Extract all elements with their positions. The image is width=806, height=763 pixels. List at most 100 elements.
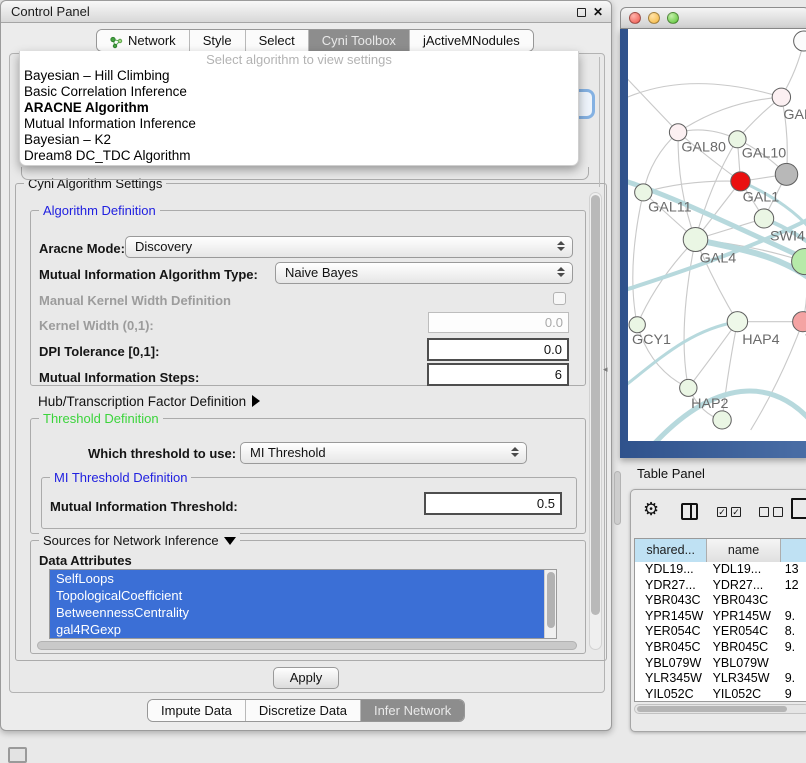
network-node[interactable] <box>754 209 773 228</box>
network-window-titlebar[interactable] <box>620 7 806 29</box>
table-panel-header: Table Panel <box>625 459 806 489</box>
network-node[interactable] <box>629 317 645 333</box>
algorithm-option-bayesian-k2[interactable]: Bayesian – K2 <box>20 132 578 148</box>
control-panel-titlebar[interactable]: Control Panel ✕ <box>1 1 611 23</box>
algorithm-option-basic-correlation-inference[interactable]: Basic Correlation Inference <box>20 84 578 100</box>
algorithm-option-mutual-information-inference[interactable]: Mutual Information Inference <box>20 116 578 132</box>
network-node[interactable] <box>680 379 697 396</box>
table-cell: YBL079W <box>708 656 781 672</box>
table-row[interactable]: YDL19...YDL19...13 <box>635 562 806 578</box>
network-node[interactable] <box>635 184 652 201</box>
settings-scrollbar[interactable] <box>589 192 602 650</box>
network-edge[interactable] <box>633 192 644 324</box>
unchecked-boxes-icon[interactable] <box>759 507 783 517</box>
network-edge[interactable] <box>684 240 695 388</box>
table-row[interactable]: YBR043CYBR043C <box>635 593 806 609</box>
network-edge[interactable] <box>688 322 737 388</box>
table-row[interactable]: YDR27...YDR27...12 <box>635 578 806 594</box>
column-header-2[interactable] <box>781 539 806 562</box>
tab-network[interactable]: Network <box>97 30 190 51</box>
table-row[interactable]: YIL052CYIL052C9 <box>635 687 806 702</box>
checked-boxes-icon[interactable]: ✓✓ <box>717 507 741 517</box>
algorithm-option-bayesian-hill-climbing[interactable]: Bayesian – Hill Climbing <box>20 68 578 84</box>
table-row[interactable]: YLR345WYLR345W9. <box>635 671 806 687</box>
attributes-horizontal-scrollbar[interactable] <box>37 641 577 650</box>
tab-select[interactable]: Select <box>246 30 309 51</box>
network-edge[interactable] <box>678 97 781 132</box>
float-window-icon[interactable] <box>577 8 586 17</box>
dpi-tolerance-input[interactable] <box>427 338 569 361</box>
attributes-scrollbar-thumb[interactable] <box>547 572 555 628</box>
network-node[interactable] <box>727 312 747 332</box>
tab-label: jActiveMNodules <box>423 30 520 51</box>
network-edge[interactable] <box>628 84 781 100</box>
gear-icon[interactable]: ⚙ <box>643 499 659 520</box>
table-row[interactable]: YBR045CYBR045C9. <box>635 640 806 656</box>
mi-algorithm-type-select[interactable]: Naive Bayes <box>275 262 573 284</box>
mac-close-button[interactable] <box>629 12 641 24</box>
data-attributes-items: SelfLoopsTopologicalCoefficientBetweenne… <box>50 570 556 638</box>
network-graph[interactable]: GALGAL80GAL10GAL1GAL11SWI4GAL4GCY1HAP4YH… <box>628 29 806 441</box>
table-cell: YBL079W <box>635 656 708 672</box>
algorithm-option-dream8-dc-tdc-algorithm[interactable]: Dream8 DC_TDC Algorithm <box>20 148 578 164</box>
attribute-item-topologicalcoefficient[interactable]: TopologicalCoefficient <box>50 587 544 604</box>
column-header-shared[interactable]: shared... <box>635 539 707 562</box>
page-icon[interactable] <box>791 498 806 519</box>
mac-minimize-button[interactable] <box>648 12 660 24</box>
table-row[interactable]: YPR145WYPR145W9. <box>635 609 806 625</box>
tab-discretize-data[interactable]: Discretize Data <box>246 700 361 721</box>
network-node[interactable] <box>775 163 797 185</box>
node-label-gcy1: GCY1 <box>632 332 671 348</box>
data-attributes-label: Data Attributes <box>39 553 132 568</box>
network-edge[interactable] <box>643 132 678 192</box>
mi-threshold-input[interactable] <box>424 492 562 515</box>
network-node[interactable] <box>683 227 708 251</box>
attribute-item-gal4rgexp[interactable]: gal4RGexp <box>50 621 544 638</box>
network-node[interactable] <box>794 31 806 51</box>
mac-zoom-button[interactable] <box>667 12 679 24</box>
network-node[interactable] <box>669 124 686 141</box>
algorithm-option-aracne-algorithm[interactable]: ARACNE Algorithm <box>20 100 578 116</box>
tab-jactivemnodules[interactable]: jActiveMNodules <box>410 30 533 51</box>
tab-cyni-toolbox[interactable]: Cyni Toolbox <box>309 30 410 51</box>
kernel-width-input[interactable] <box>428 312 569 333</box>
splitpane-collapse-arrow-icon[interactable]: ◂ <box>603 364 608 375</box>
table-row[interactable]: YBL079WYBL079W <box>635 656 806 672</box>
network-edge[interactable] <box>628 74 678 132</box>
tab-style[interactable]: Style <box>190 30 246 51</box>
sources-group-title[interactable]: Sources for Network Inference <box>39 533 240 548</box>
network-node[interactable] <box>713 411 731 429</box>
network-node[interactable] <box>731 172 750 191</box>
network-canvas[interactable]: GALGAL80GAL10GAL1GAL11SWI4GAL4GCY1HAP4YH… <box>628 29 806 441</box>
network-node[interactable] <box>772 88 790 106</box>
table-row[interactable]: YER054CYER054C8. <box>635 624 806 640</box>
table-scrollbar-thumb[interactable] <box>637 706 787 712</box>
apply-button[interactable]: Apply <box>273 667 339 689</box>
column-header-name[interactable]: name <box>707 539 780 562</box>
network-node[interactable] <box>793 312 806 332</box>
split-panel-icon[interactable] <box>681 503 698 520</box>
attribute-item-selfloops[interactable]: SelfLoops <box>50 570 544 587</box>
data-attributes-list[interactable]: SelfLoopsTopologicalCoefficientBetweenne… <box>49 569 557 639</box>
table-header-row: shared...name <box>635 539 806 562</box>
tab-impute-data[interactable]: Impute Data <box>148 700 246 721</box>
mi-steps-input[interactable] <box>427 363 569 386</box>
attribute-item-betweennesscentrality[interactable]: BetweennessCentrality <box>50 604 544 621</box>
which-threshold-select[interactable]: MI Threshold <box>240 442 527 464</box>
aracne-mode-select[interactable]: Discovery <box>125 236 573 258</box>
sources-title-text: Sources for Network Inference <box>43 533 219 548</box>
tab-infer-network[interactable]: Infer Network <box>361 700 464 721</box>
minimized-panel-icon[interactable] <box>8 747 27 763</box>
algorithm-dropdown[interactable]: Select algorithm to view settings Bayesi… <box>19 51 579 166</box>
table-cell: YPR145W <box>635 609 708 625</box>
manual-kernel-width-checkbox[interactable] <box>553 292 566 305</box>
splitpane-divider-handle[interactable] <box>614 471 621 525</box>
close-icon[interactable]: ✕ <box>593 6 603 18</box>
settings-scrollbar-thumb[interactable] <box>591 195 600 615</box>
hub-definition-toggle[interactable]: Hub/Transcription Factor Definition <box>38 394 260 409</box>
spinner-arrows-icon <box>557 241 565 251</box>
table-horizontal-scrollbar[interactable] <box>634 704 806 714</box>
attributes-scrollbar[interactable] <box>544 570 556 638</box>
table-cell: YDL19... <box>635 562 708 578</box>
network-view-frame: GALGAL80GAL10GAL1GAL11SWI4GAL4GCY1HAP4YH… <box>620 29 806 458</box>
